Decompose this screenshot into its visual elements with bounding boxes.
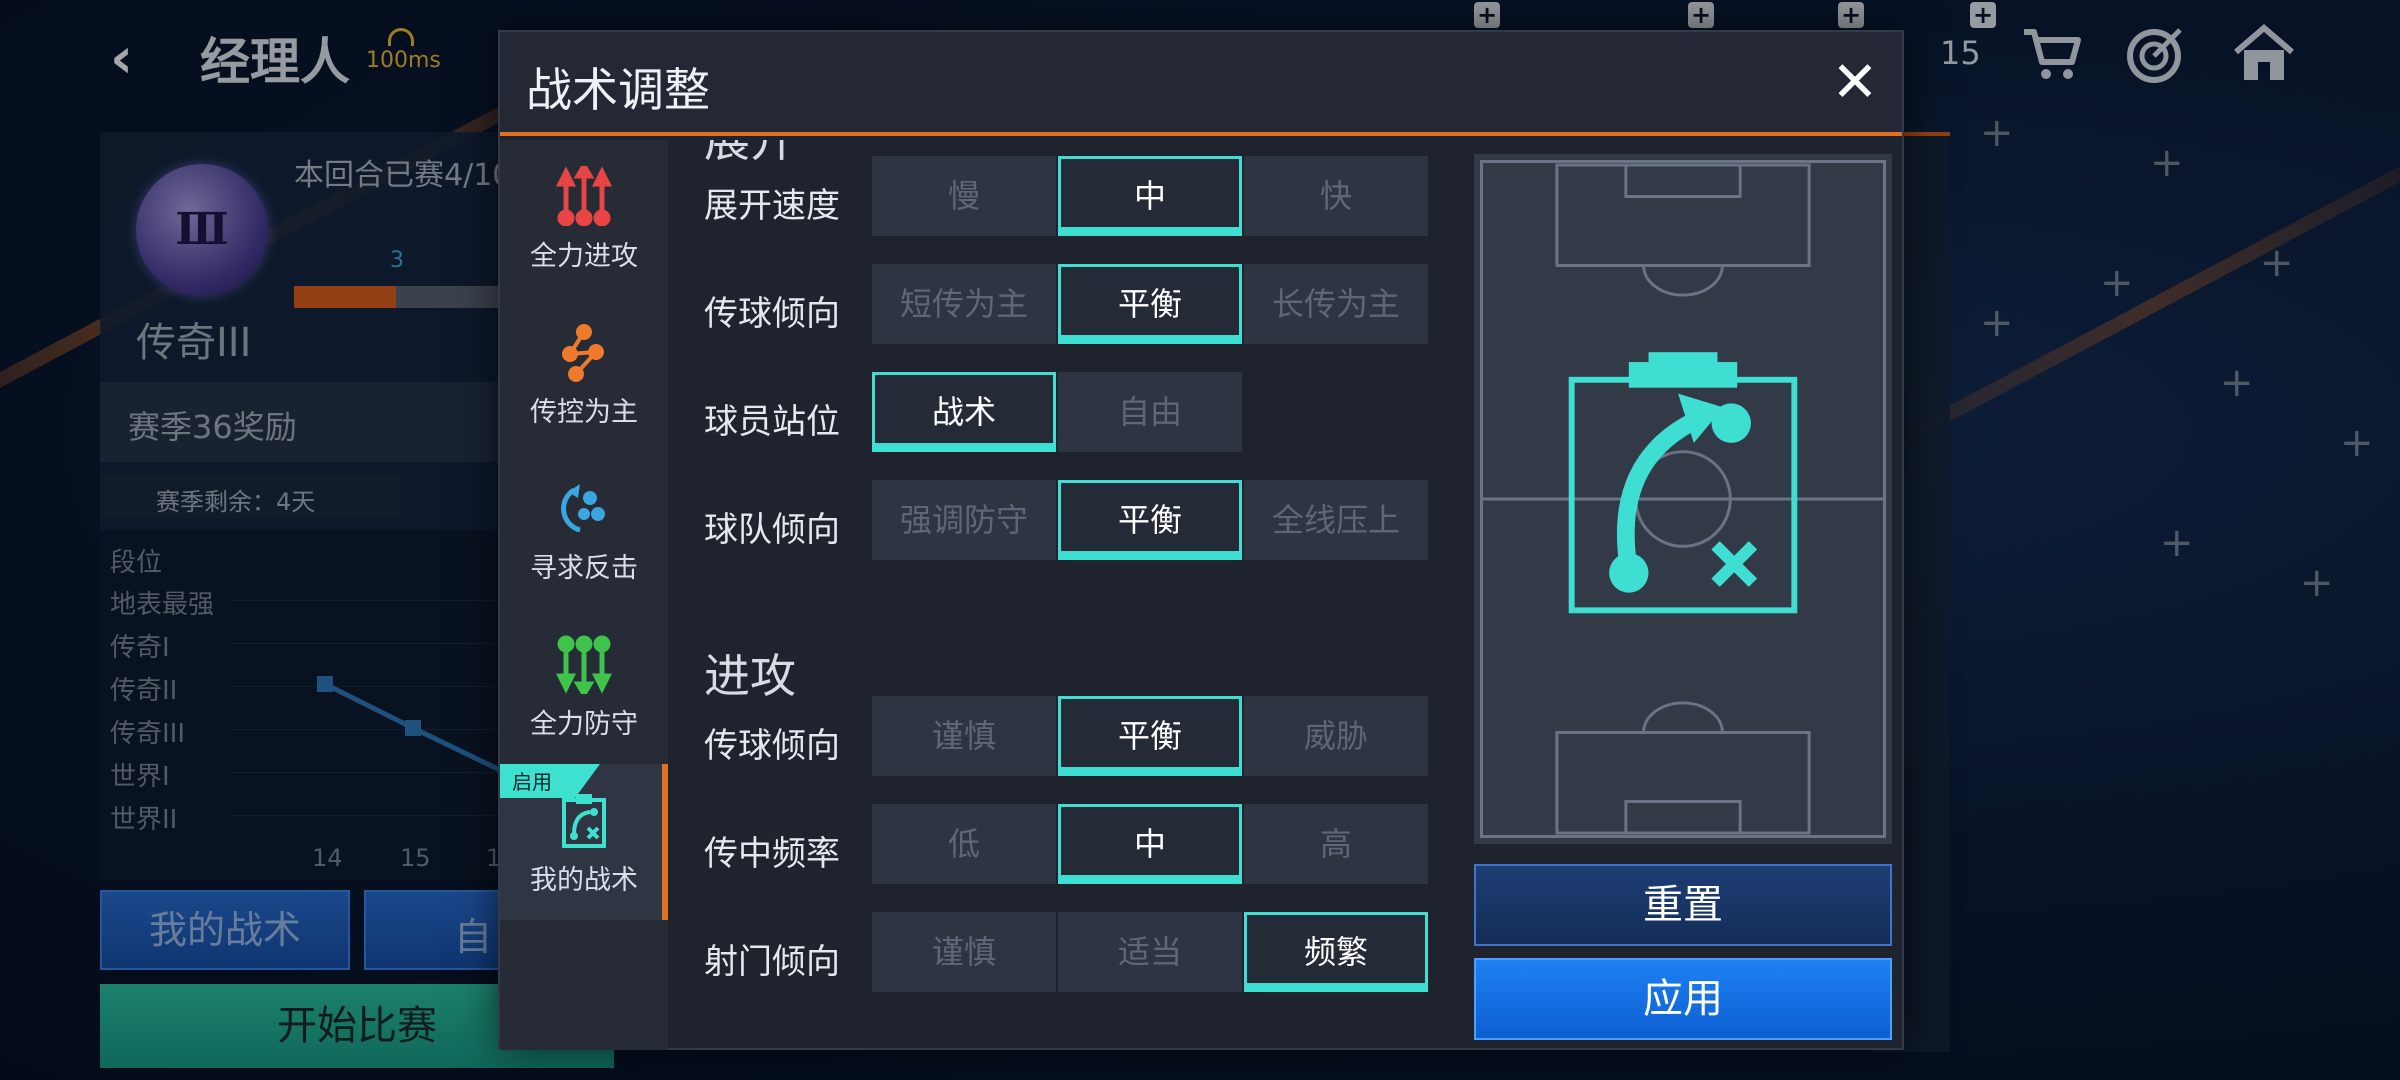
option-frequent[interactable]: 频繁 bbox=[1244, 912, 1428, 992]
modal-header: 战术调整 ✕ bbox=[500, 32, 1902, 136]
sidebar-item-counter-attack[interactable]: 寻求反击 bbox=[500, 452, 668, 608]
pitch-diagram bbox=[1480, 160, 1886, 838]
option-medium[interactable]: 中 bbox=[1058, 156, 1242, 236]
clipboard-icon bbox=[562, 794, 606, 848]
option-slow[interactable]: 慢 bbox=[872, 156, 1056, 236]
counter-icon bbox=[561, 484, 605, 533]
option-balanced[interactable]: 平衡 bbox=[1058, 696, 1242, 776]
option-tactical[interactable]: 战术 bbox=[872, 372, 1056, 452]
attack-icon bbox=[555, 166, 613, 226]
option-long-pass[interactable]: 长传为主 bbox=[1244, 264, 1428, 344]
tactic-preset-sidebar: 全力进攻 传控为主 寻求反击 全力防守 启用 我的战术 bbox=[500, 140, 668, 1050]
close-icon[interactable]: ✕ bbox=[1820, 48, 1890, 118]
option-fast[interactable]: 快 bbox=[1244, 156, 1428, 236]
tactics-modal: 战术调整 ✕ 全力进攻 传控为主 寻求反击 全力防守 启用 我的战术 展开 展开… bbox=[498, 30, 1904, 1050]
option-all-forward[interactable]: 全线压上 bbox=[1244, 480, 1428, 560]
sidebar-item-label: 寻求反击 bbox=[530, 553, 638, 584]
section-title-attack: 进攻 bbox=[704, 649, 796, 703]
option-cautious[interactable]: 谨慎 bbox=[872, 696, 1056, 776]
reset-button[interactable]: 重置 bbox=[1474, 864, 1892, 946]
option-high[interactable]: 高 bbox=[1244, 804, 1428, 884]
sidebar-item-label: 传控为主 bbox=[530, 397, 638, 428]
option-free[interactable]: 自由 bbox=[1058, 372, 1242, 452]
pitch-preview bbox=[1474, 154, 1892, 844]
row-label: 球员站位 bbox=[704, 402, 840, 442]
row-label: 射门倾向 bbox=[704, 942, 840, 982]
row-label: 传中频率 bbox=[704, 834, 840, 874]
option-balanced[interactable]: 平衡 bbox=[1058, 264, 1242, 344]
sidebar-item-label: 全力进攻 bbox=[530, 241, 638, 272]
option-medium[interactable]: 中 bbox=[1058, 804, 1242, 884]
row-label: 传球倾向 bbox=[704, 726, 840, 766]
possession-icon bbox=[562, 324, 604, 382]
sidebar-item-possession[interactable]: 传控为主 bbox=[500, 296, 668, 452]
tactics-options-scroll[interactable]: 展开 展开速度 慢 中 快 传球倾向 短传为主 平衡 长传为主 球员站位 战术 … bbox=[668, 140, 1458, 1010]
row-label: 传球倾向 bbox=[704, 294, 840, 334]
defense-icon bbox=[555, 635, 613, 694]
sidebar-item-my-tactics[interactable]: 启用 我的战术 bbox=[500, 764, 668, 920]
option-threatening[interactable]: 威胁 bbox=[1244, 696, 1428, 776]
option-cautious[interactable]: 谨慎 bbox=[872, 912, 1056, 992]
apply-button[interactable]: 应用 bbox=[1474, 958, 1892, 1040]
sidebar-item-label: 我的战术 bbox=[530, 865, 638, 896]
option-low[interactable]: 低 bbox=[872, 804, 1056, 884]
option-balanced[interactable]: 平衡 bbox=[1058, 480, 1242, 560]
row-label: 球队倾向 bbox=[704, 510, 840, 550]
option-short-pass[interactable]: 短传为主 bbox=[872, 264, 1056, 344]
row-label: 展开速度 bbox=[704, 186, 840, 226]
sidebar-item-label: 全力防守 bbox=[530, 709, 638, 740]
option-defensive[interactable]: 强调防守 bbox=[872, 480, 1056, 560]
sidebar-item-all-out-defense[interactable]: 全力防守 bbox=[500, 608, 668, 764]
option-moderate[interactable]: 适当 bbox=[1058, 912, 1242, 992]
section-title-build-up: 展开 bbox=[704, 140, 796, 167]
modal-title: 战术调整 bbox=[526, 63, 710, 117]
sidebar-item-all-out-attack[interactable]: 全力进攻 bbox=[500, 140, 668, 296]
